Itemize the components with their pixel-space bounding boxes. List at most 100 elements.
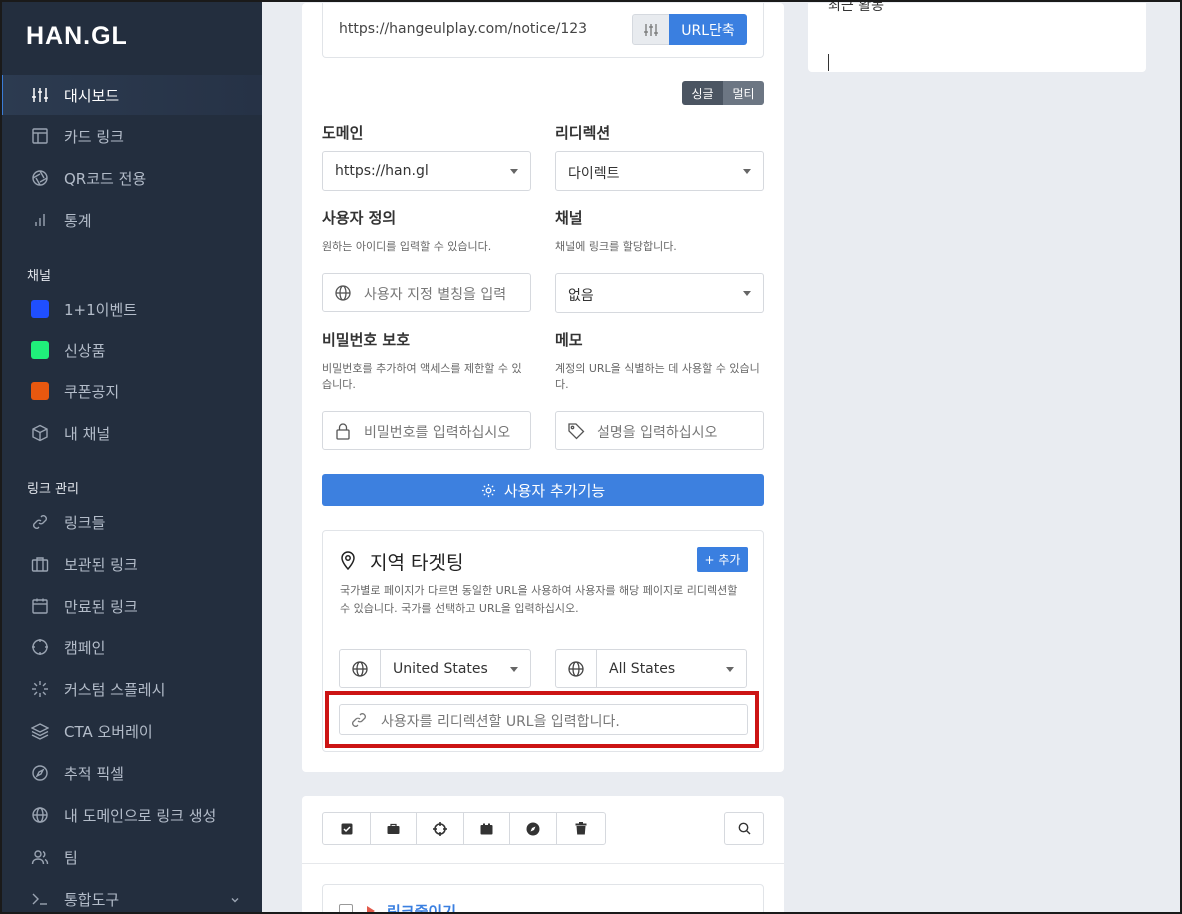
domain-select-value: https://han.gl — [335, 163, 429, 179]
row-checkbox[interactable] — [339, 904, 353, 914]
sidebar-item-label: 추적 픽셀 — [64, 765, 124, 783]
text-cursor — [828, 54, 829, 71]
sidebar-item-stats[interactable]: 통계 — [0, 200, 262, 240]
memo-label: 메모 — [555, 331, 583, 349]
divider — [302, 863, 784, 864]
recent-activity-card: 최근 활동 — [808, 0, 1146, 72]
calendar-icon — [31, 597, 49, 615]
terminal-icon — [31, 890, 49, 908]
compass-icon — [31, 764, 49, 782]
sidebar-item-channel-2[interactable]: 신상품 — [0, 330, 262, 370]
sidebar-item-dashboard[interactable]: 대시보드 — [0, 75, 262, 115]
shorten-button[interactable]: URL단축 — [669, 14, 747, 45]
sidebar-item-label: 팀 — [64, 849, 78, 867]
custom-alias-input[interactable]: 사용자 지정 별칭을 입력 — [322, 273, 531, 312]
sidebar-item-pixels[interactable]: 추적 픽셀 — [0, 753, 262, 793]
channel-assign-button[interactable] — [464, 813, 510, 844]
sidebar-item-label: 보관된 링크 — [64, 556, 138, 574]
options-toggle-button[interactable] — [632, 14, 670, 45]
sidebar-item-label: 링크들 — [64, 514, 106, 532]
sidebar-item-splash[interactable]: 커스텀 스플레시 — [0, 669, 262, 709]
layout-icon — [31, 127, 49, 145]
sidebar-item-qr[interactable]: QR코드 전용 — [0, 158, 262, 198]
channel-select-value: 없음 — [568, 288, 594, 304]
domain-label: 도메인 — [322, 124, 364, 142]
flag-icon — [367, 906, 375, 914]
memo-input[interactable]: 설명을 입력하십시오 — [555, 411, 764, 450]
crosshair-icon — [31, 638, 49, 656]
sliders-icon — [644, 23, 658, 36]
domain-select[interactable]: https://han.gl — [322, 151, 531, 191]
custom-alias-placeholder: 사용자 지정 별칭을 입력 — [364, 287, 507, 303]
sidebar-item-custom-domain[interactable]: 내 도메인으로 링크 생성 — [0, 795, 262, 835]
memo-help: 계정의 URL을 식별하는 데 사용할 수 있습니다. — [555, 362, 760, 391]
sidebar-item-links[interactable]: 링크들 — [0, 502, 262, 542]
geo-targeting-title: 지역 타겟팅 — [370, 552, 464, 574]
channel-select[interactable]: 없음 — [555, 273, 764, 313]
sidebar-item-card-link[interactable]: 카드 링크 — [0, 116, 262, 156]
pixel-button[interactable] — [510, 813, 557, 844]
archive-button[interactable] — [371, 813, 417, 844]
bar-chart-icon — [31, 211, 49, 229]
sidebar-item-channel-3[interactable]: 쿠폰공지 — [0, 371, 262, 411]
map-pin-icon — [341, 551, 355, 570]
password-input[interactable]: 비밀번호를 입력하십시오 — [322, 411, 531, 450]
sidebar-item-team[interactable]: 팀 — [0, 837, 262, 877]
sidebar-item-label: 내 도메인으로 링크 생성 — [64, 807, 217, 825]
archive-icon — [480, 823, 493, 834]
sidebar-item-campaign[interactable]: 캠페인 — [0, 627, 262, 667]
sidebar-item-label: 통계 — [64, 212, 92, 230]
highlight-box — [325, 691, 759, 748]
sidebar-item-integrations[interactable]: 통합도구 — [0, 879, 262, 914]
country-select-value: United States — [393, 661, 488, 677]
geo-targeting-description: 국가별로 페이지가 다르면 동일한 URL을 사용하여 사용자를 해당 페이지로… — [340, 584, 738, 615]
password-help: 비밀번호를 추가하여 액세스를 제한할 수 있습니다. — [322, 362, 522, 391]
sidebar-item-label: 만료된 링크 — [64, 598, 138, 616]
advanced-options-label: 사용자 추가기능 — [503, 481, 606, 500]
list-item-title[interactable]: 링크줄이기 — [387, 901, 456, 914]
memo-placeholder: 설명을 입력하십시오 — [597, 425, 718, 441]
mode-single-button[interactable]: 싱글 — [682, 81, 723, 105]
globe-icon — [31, 806, 49, 824]
users-icon — [31, 848, 49, 866]
sidebar-item-label: 커스텀 스플레시 — [64, 681, 166, 699]
sidebar-item-label: 신상품 — [64, 342, 106, 360]
channels-heading: 채널 — [27, 269, 51, 284]
search-button[interactable] — [724, 812, 764, 845]
sidebar-item-label: QR코드 전용 — [64, 170, 147, 188]
lock-icon — [334, 422, 352, 440]
campaign-button[interactable] — [417, 813, 464, 844]
list-item[interactable]: 링크줄이기 — [322, 884, 764, 914]
sidebar-item-label: 캠페인 — [64, 639, 106, 657]
add-geo-button[interactable]: + 추가 — [697, 547, 748, 572]
search-icon — [738, 822, 750, 835]
delete-button[interactable] — [557, 813, 605, 844]
sidebar-item-my-channels[interactable]: 내 채널 — [0, 413, 262, 453]
globe-icon — [568, 660, 584, 677]
recent-activity-title: 최근 활동 — [828, 0, 884, 14]
box-icon — [31, 424, 49, 442]
chevron-down-icon[interactable] — [230, 891, 240, 909]
logo[interactable]: HAN.GL — [26, 22, 128, 51]
custom-alias-label: 사용자 정의 — [322, 209, 397, 227]
select-all-button[interactable] — [323, 813, 371, 844]
redirect-select[interactable]: 다이렉트 — [555, 151, 764, 191]
chevron-down-icon — [510, 169, 518, 174]
chevron-down-icon — [743, 169, 751, 174]
sidebar-item-label: 1+1이벤트 — [64, 301, 138, 319]
long-url-input[interactable]: https://hangeulplay.com/notice/123 — [339, 21, 587, 37]
sidebar-item-cta-overlay[interactable]: CTA 오버레이 — [0, 711, 262, 751]
country-select[interactable]: United States — [380, 649, 531, 688]
password-label: 비밀번호 보호 — [322, 331, 411, 349]
advanced-options-button[interactable]: 사용자 추가기능 — [322, 474, 764, 506]
channel-color-swatch — [31, 382, 49, 400]
sidebar-item-expired[interactable]: 만료된 링크 — [0, 586, 262, 626]
sidebar-item-channel-1[interactable]: 1+1이벤트 — [0, 289, 262, 329]
chevron-down-icon — [726, 667, 734, 672]
state-select[interactable]: All States — [596, 649, 747, 688]
gear-icon — [481, 483, 495, 497]
custom-alias-help: 원하는 아이디를 입력할 수 있습니다. — [322, 240, 492, 253]
chevron-down-icon — [743, 291, 751, 296]
sidebar-item-archived[interactable]: 보관된 링크 — [0, 544, 262, 584]
mode-multi-button[interactable]: 멀티 — [723, 81, 764, 105]
